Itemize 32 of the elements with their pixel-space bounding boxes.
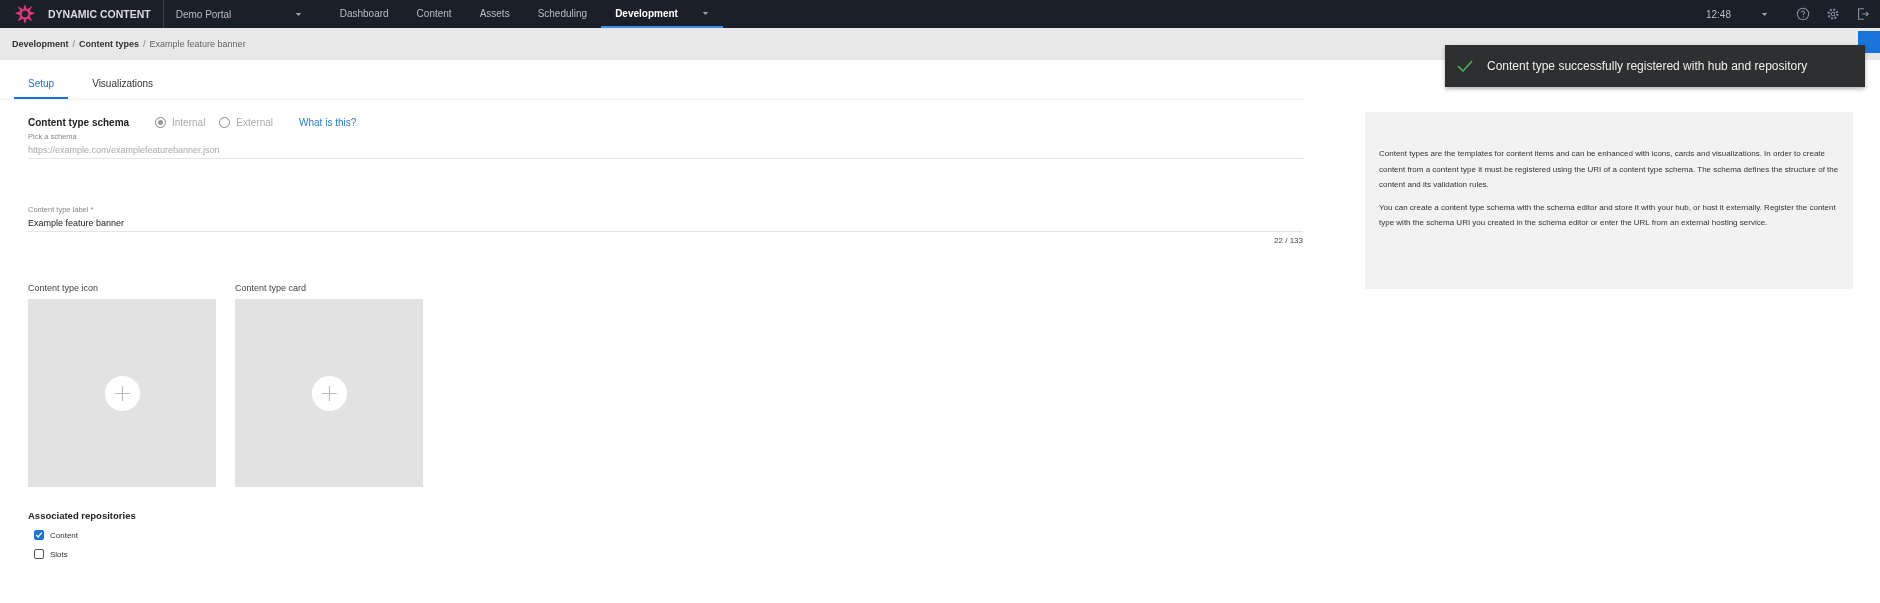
hub-selector[interactable]: Demo Portal <box>175 8 302 20</box>
breadcrumb-separator: / <box>72 39 76 49</box>
logout-icon[interactable] <box>1856 7 1870 21</box>
help-icon[interactable] <box>1796 7 1810 21</box>
toast-message: Content type successfully registered with hub and repository <box>1487 59 1808 73</box>
breadcrumb-item[interactable]: Content types <box>79 39 140 49</box>
info-paragraph: Content types are the templates for content items and can be enhanced with icons, cards and visualizations. In order to create content from a content type it must be registered using the URI of a content type schema. The schema defines the structure of the content and its validation rules. <box>1379 148 1839 191</box>
image-label: Content type card <box>235 283 307 293</box>
checkbox-option[interactable]: Content <box>34 530 79 540</box>
nav-tab[interactable]: Scheduling <box>523 0 602 28</box>
breadcrumb-item: Example feature banner <box>149 39 246 49</box>
help-link[interactable]: What is this? <box>299 117 357 128</box>
info-paragraph: You can create a content type schema with the schema editor and store it with your hub, or host it externally. Register the content type with the schema URI you created in the schema editor or enter the URL from an external hosting service. <box>1379 201 1837 229</box>
image-label: Content type icon <box>28 283 99 293</box>
tab[interactable]: Visualizations <box>78 78 168 99</box>
checkmark-icon <box>1457 60 1473 72</box>
section-title: Associated repositories <box>28 510 136 521</box>
breadcrumb-item[interactable]: Development <box>12 39 69 49</box>
nav-tab[interactable]: Dashboard <box>325 0 403 28</box>
section-title: Content type schema <box>28 117 131 128</box>
nav-tab[interactable]: Assets <box>465 0 524 28</box>
nav-tab[interactable]: Content <box>402 0 466 28</box>
time-selector[interactable]: 12:48 <box>1705 8 1768 20</box>
settings-icon[interactable] <box>1826 7 1840 21</box>
checkbox-option[interactable]: Slots <box>34 549 68 559</box>
caret-icon <box>1761 11 1768 17</box>
tab[interactable]: Setup <box>14 78 69 99</box>
caret-icon <box>294 11 302 17</box>
checkmark-icon <box>35 531 43 539</box>
breadcrumb-separator: / <box>143 39 146 49</box>
character-counter: 22 / 133 <box>1274 236 1303 245</box>
logo-icon <box>14 3 36 25</box>
